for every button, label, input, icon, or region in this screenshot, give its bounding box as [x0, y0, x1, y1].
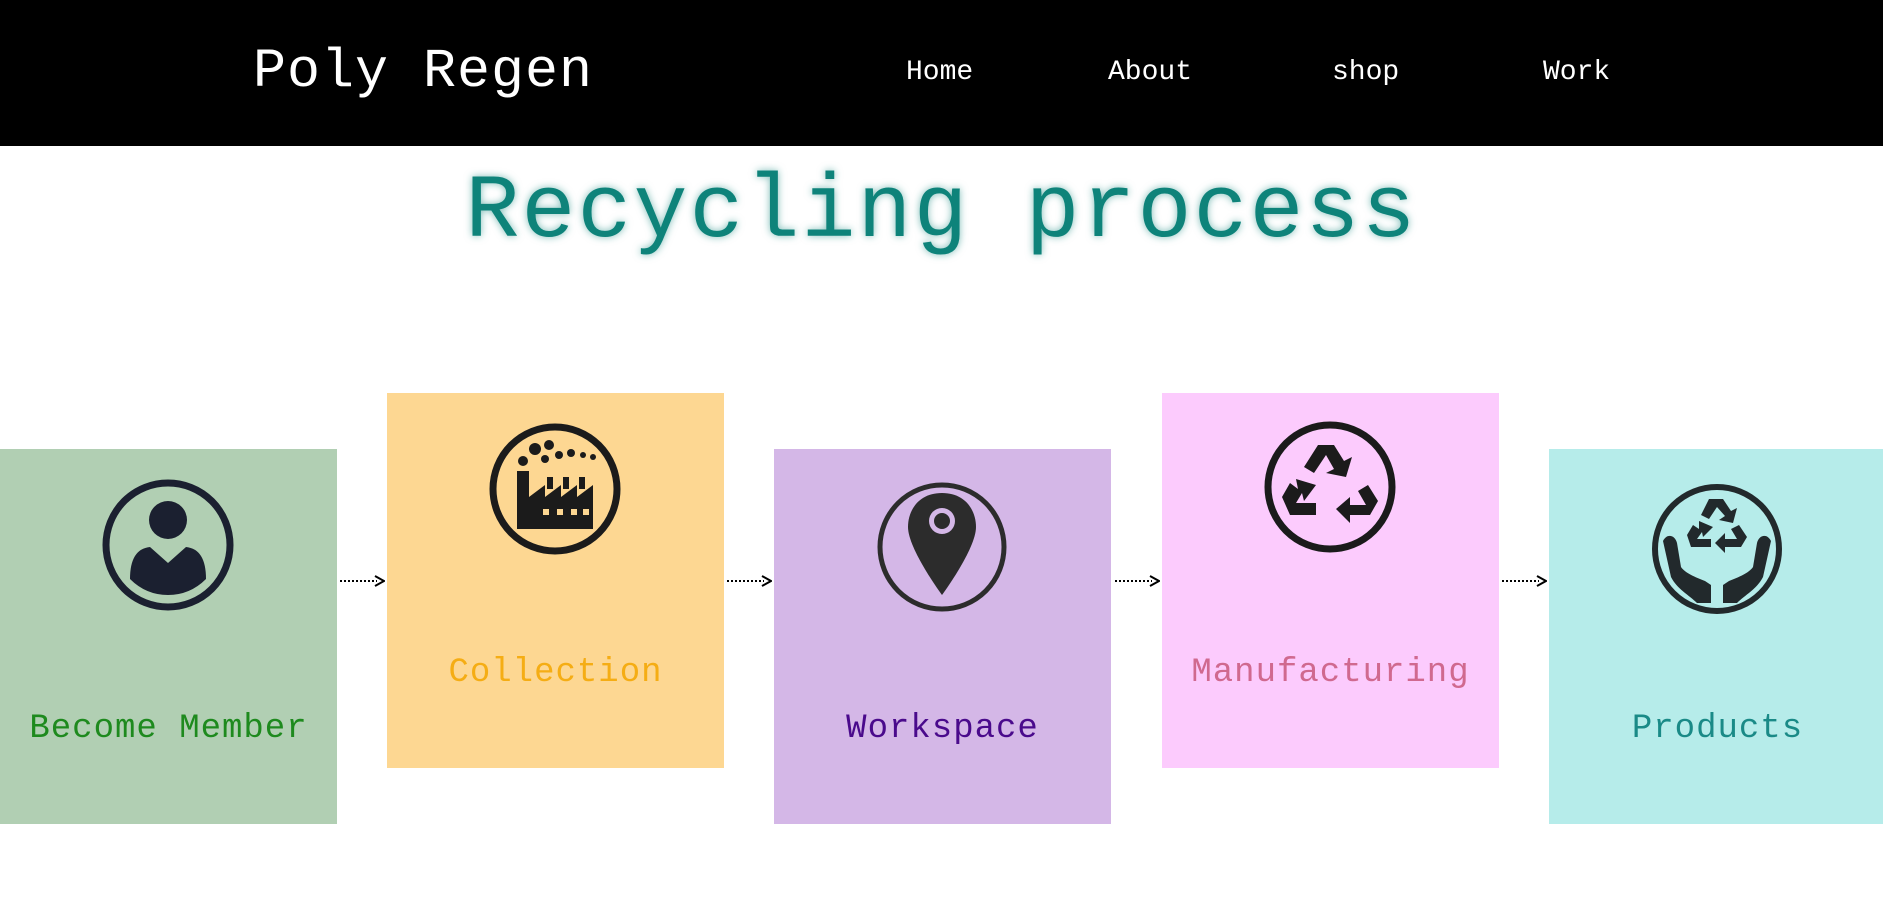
- process-arrow-icon: [340, 575, 385, 587]
- nav-about-link[interactable]: About: [1108, 56, 1192, 90]
- top-navbar: Poly Regen Home About shop Work: [0, 0, 1883, 146]
- step-label-collection: Collection: [448, 654, 663, 692]
- step-card-manufacturing[interactable]: Manufacturing: [1162, 393, 1499, 768]
- recycle-icon: [1264, 421, 1396, 553]
- nav-home-link[interactable]: Home: [906, 56, 973, 90]
- recycle-hands-icon: [1652, 484, 1782, 614]
- step-label-become-member: Become Member: [29, 710, 308, 748]
- nav-work-link[interactable]: Work: [1543, 56, 1610, 90]
- step-card-products[interactable]: Products: [1549, 449, 1883, 824]
- nav-shop-link[interactable]: shop: [1332, 56, 1399, 90]
- step-label-products: Products: [1631, 710, 1804, 748]
- brand-logo-text[interactable]: Poly Regen: [253, 38, 593, 106]
- location-pin-icon: [877, 482, 1007, 612]
- step-label-manufacturing: Manufacturing: [1191, 654, 1470, 692]
- process-arrow-icon: [1502, 575, 1547, 587]
- step-card-become-member[interactable]: Become Member: [0, 449, 337, 824]
- member-icon: [102, 479, 234, 611]
- page-title: Recycling process: [465, 162, 1418, 264]
- step-card-collection[interactable]: Collection: [387, 393, 724, 768]
- step-label-workspace: Workspace: [846, 710, 1039, 748]
- process-arrow-icon: [1115, 575, 1160, 587]
- step-card-workspace[interactable]: Workspace: [774, 449, 1111, 824]
- process-arrow-icon: [727, 575, 772, 587]
- factory-icon: [489, 423, 621, 555]
